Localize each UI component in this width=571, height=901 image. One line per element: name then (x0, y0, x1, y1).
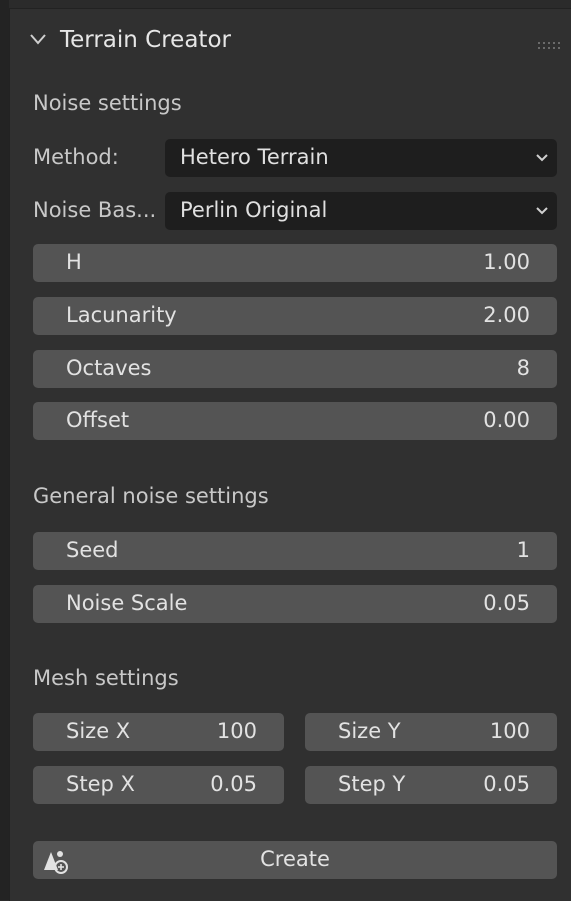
field-label: Step X (66, 772, 135, 796)
method-dropdown[interactable]: Hetero Terrain (165, 139, 557, 177)
chevron-down-icon[interactable] (30, 33, 46, 45)
terrain-creator-panel: Terrain Creator Noise settings Method: H… (9, 8, 571, 901)
step-x-field[interactable]: Step X 0.05 (33, 766, 284, 804)
field-label: H (66, 250, 82, 274)
field-value: 100 (489, 719, 530, 743)
field-label: Size Y (338, 719, 401, 743)
create-label: Create (260, 847, 330, 871)
drag-handle-icon[interactable] (538, 42, 560, 50)
field-value: 0.05 (210, 772, 257, 796)
noise-basis-label: Noise Bas... (33, 198, 157, 222)
field-label: Noise Scale (66, 591, 188, 615)
create-button[interactable]: Create (33, 841, 557, 879)
noise-scale-field[interactable]: Noise Scale 0.05 (33, 585, 557, 623)
h-field[interactable]: H 1.00 (33, 244, 557, 282)
size-x-field[interactable]: Size X 100 (33, 713, 284, 751)
panel-header[interactable]: Terrain Creator (10, 9, 571, 75)
field-label: Size X (66, 719, 131, 743)
chevron-down-icon (536, 154, 548, 162)
mesh-settings-heading: Mesh settings (33, 666, 179, 690)
octaves-field[interactable]: Octaves 8 (33, 350, 557, 388)
field-label: Lacunarity (66, 303, 177, 327)
field-value: 0.05 (483, 772, 530, 796)
noise-settings-heading: Noise settings (33, 91, 182, 115)
field-label: Seed (66, 538, 119, 562)
editor-edge (0, 0, 9, 900)
general-noise-settings-heading: General noise settings (33, 484, 269, 508)
method-value: Hetero Terrain (180, 145, 329, 169)
field-value: 0.00 (483, 408, 530, 432)
field-value: 100 (216, 719, 257, 743)
field-value: 1.00 (483, 250, 530, 274)
noise-basis-value: Perlin Original (180, 198, 328, 222)
field-value: 0.05 (483, 591, 530, 615)
method-label: Method: (33, 145, 119, 169)
field-value: 8 (516, 356, 530, 380)
panel-title: Terrain Creator (60, 27, 231, 53)
lacunarity-field[interactable]: Lacunarity 2.00 (33, 297, 557, 335)
noise-basis-dropdown[interactable]: Perlin Original (165, 192, 557, 230)
field-value: 2.00 (483, 303, 530, 327)
field-label: Offset (66, 408, 130, 432)
field-label: Octaves (66, 356, 152, 380)
seed-field[interactable]: Seed 1 (33, 532, 557, 570)
offset-field[interactable]: Offset 0.00 (33, 402, 557, 440)
field-value: 1 (516, 538, 530, 562)
field-label: Step Y (338, 772, 406, 796)
step-y-field[interactable]: Step Y 0.05 (305, 766, 557, 804)
size-y-field[interactable]: Size Y 100 (305, 713, 557, 751)
chevron-down-icon (536, 207, 548, 215)
